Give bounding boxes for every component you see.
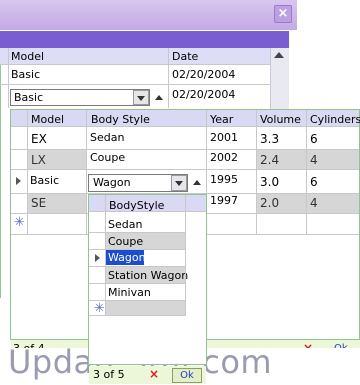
grid1-col-divider bbox=[168, 48, 169, 108]
grid2-cell-volume[interactable]: 2.4 bbox=[260, 153, 279, 167]
grid1-combo-dropdown-button[interactable] bbox=[133, 90, 149, 105]
grid2-cell-cyl[interactable]: 6 bbox=[310, 175, 318, 189]
close-icon: × bbox=[277, 6, 289, 21]
grid2-col-divider bbox=[27, 110, 28, 235]
chevron-down-icon bbox=[137, 96, 145, 101]
dropdown-row-divider bbox=[89, 283, 185, 284]
close-button[interactable]: × bbox=[274, 5, 292, 23]
grid2-cell-cyl[interactable]: 6 bbox=[310, 132, 318, 146]
grid2-header-volume[interactable]: Volume bbox=[260, 113, 301, 126]
new-row-icon[interactable]: ✳ bbox=[14, 215, 25, 230]
chevron-down-icon bbox=[175, 181, 183, 186]
dropdown-ok-label: Ok bbox=[180, 370, 194, 381]
dropdown-header-label[interactable]: BodyStyle bbox=[109, 199, 164, 212]
body-style-dropdown-button[interactable] bbox=[171, 175, 187, 191]
grid2-row-divider bbox=[11, 169, 359, 170]
dropdown-cancel-icon[interactable]: × bbox=[149, 367, 159, 381]
grid2-cell-year[interactable]: 1995 bbox=[210, 173, 238, 186]
grid2-cell-body[interactable]: Sedan bbox=[90, 131, 124, 144]
grid2-col-divider bbox=[306, 110, 307, 235]
grid1-combo-collapse-button[interactable] bbox=[152, 89, 167, 106]
grid2-cell-model[interactable]: SE bbox=[31, 196, 46, 210]
grid2-cell-body[interactable]: Coupe bbox=[90, 151, 125, 164]
grid2-cell-volume[interactable]: 3.0 bbox=[260, 175, 279, 189]
window-titlebar bbox=[0, 0, 297, 30]
grid2-col-divider bbox=[86, 110, 87, 235]
grid1-model-combo-value: Basic bbox=[14, 91, 44, 104]
grid2-cell-model[interactable]: EX bbox=[31, 132, 47, 146]
grid1-cell-date[interactable]: 02/20/2004 bbox=[172, 68, 235, 81]
grid2-header-cylinders[interactable]: Cylinders bbox=[310, 113, 360, 126]
dropdown-item-wagon[interactable]: Wagon bbox=[108, 251, 146, 264]
dropdown-col-divider bbox=[185, 195, 186, 316]
dropdown-item-sedan[interactable]: Sedan bbox=[108, 218, 142, 231]
grid1-header-date[interactable]: Date bbox=[172, 50, 198, 63]
dropdown-item-minivan[interactable]: Minivan bbox=[108, 286, 151, 299]
body-style-collapse-button[interactable] bbox=[189, 174, 205, 192]
dropdown-item-station-wagon[interactable]: Station Wagon bbox=[108, 269, 188, 282]
chevron-up-icon bbox=[155, 95, 163, 100]
dropdown-row-divider bbox=[89, 315, 185, 316]
grid1-cell-model[interactable]: Basic bbox=[11, 68, 40, 81]
grid-title-band bbox=[0, 31, 289, 48]
scroll-up-icon[interactable] bbox=[274, 52, 284, 58]
grid2-cell-cyl[interactable]: 4 bbox=[310, 196, 318, 210]
grid2-cell-volume[interactable]: 2.0 bbox=[260, 196, 279, 210]
dropdown-ok-button[interactable]: Ok bbox=[172, 368, 202, 383]
grid1-rowheader-divider bbox=[8, 48, 9, 108]
body-style-combo-value: Wagon bbox=[93, 176, 131, 189]
grid2-cell-model[interactable]: LX bbox=[31, 153, 46, 167]
grid2-header-year[interactable]: Year bbox=[210, 113, 233, 126]
grid2-cell-model[interactable]: Basic bbox=[30, 174, 59, 187]
grid2-cell-year[interactable]: 2002 bbox=[210, 151, 238, 164]
dropdown-record-status: 3 of 5 bbox=[93, 368, 125, 381]
grid2-cell-volume[interactable]: 3.3 bbox=[260, 132, 279, 146]
grid1-header-model[interactable]: Model bbox=[11, 50, 44, 63]
grid1-row-divider bbox=[0, 84, 270, 85]
grid2-header-body-style[interactable]: Body Style bbox=[91, 113, 150, 126]
current-row-indicator-icon bbox=[95, 254, 100, 262]
grid2-cell-year[interactable]: 2001 bbox=[210, 131, 238, 144]
grid1-cell-date-2[interactable]: 02/20/2004 bbox=[172, 88, 235, 101]
dropdown-new-row-icon[interactable]: ✳ bbox=[94, 301, 105, 316]
chevron-up-icon bbox=[193, 180, 201, 185]
grid2-header-model[interactable]: Model bbox=[31, 113, 64, 126]
grid2-col-divider bbox=[256, 110, 257, 235]
dropdown-item-coupe[interactable]: Coupe bbox=[108, 235, 143, 248]
grid2-cell-year[interactable]: 1997 bbox=[210, 194, 238, 207]
grid2-cell-cyl[interactable]: 4 bbox=[310, 153, 318, 167]
dropdown-new-row-shade bbox=[106, 301, 185, 315]
current-row-indicator-icon bbox=[16, 177, 21, 185]
